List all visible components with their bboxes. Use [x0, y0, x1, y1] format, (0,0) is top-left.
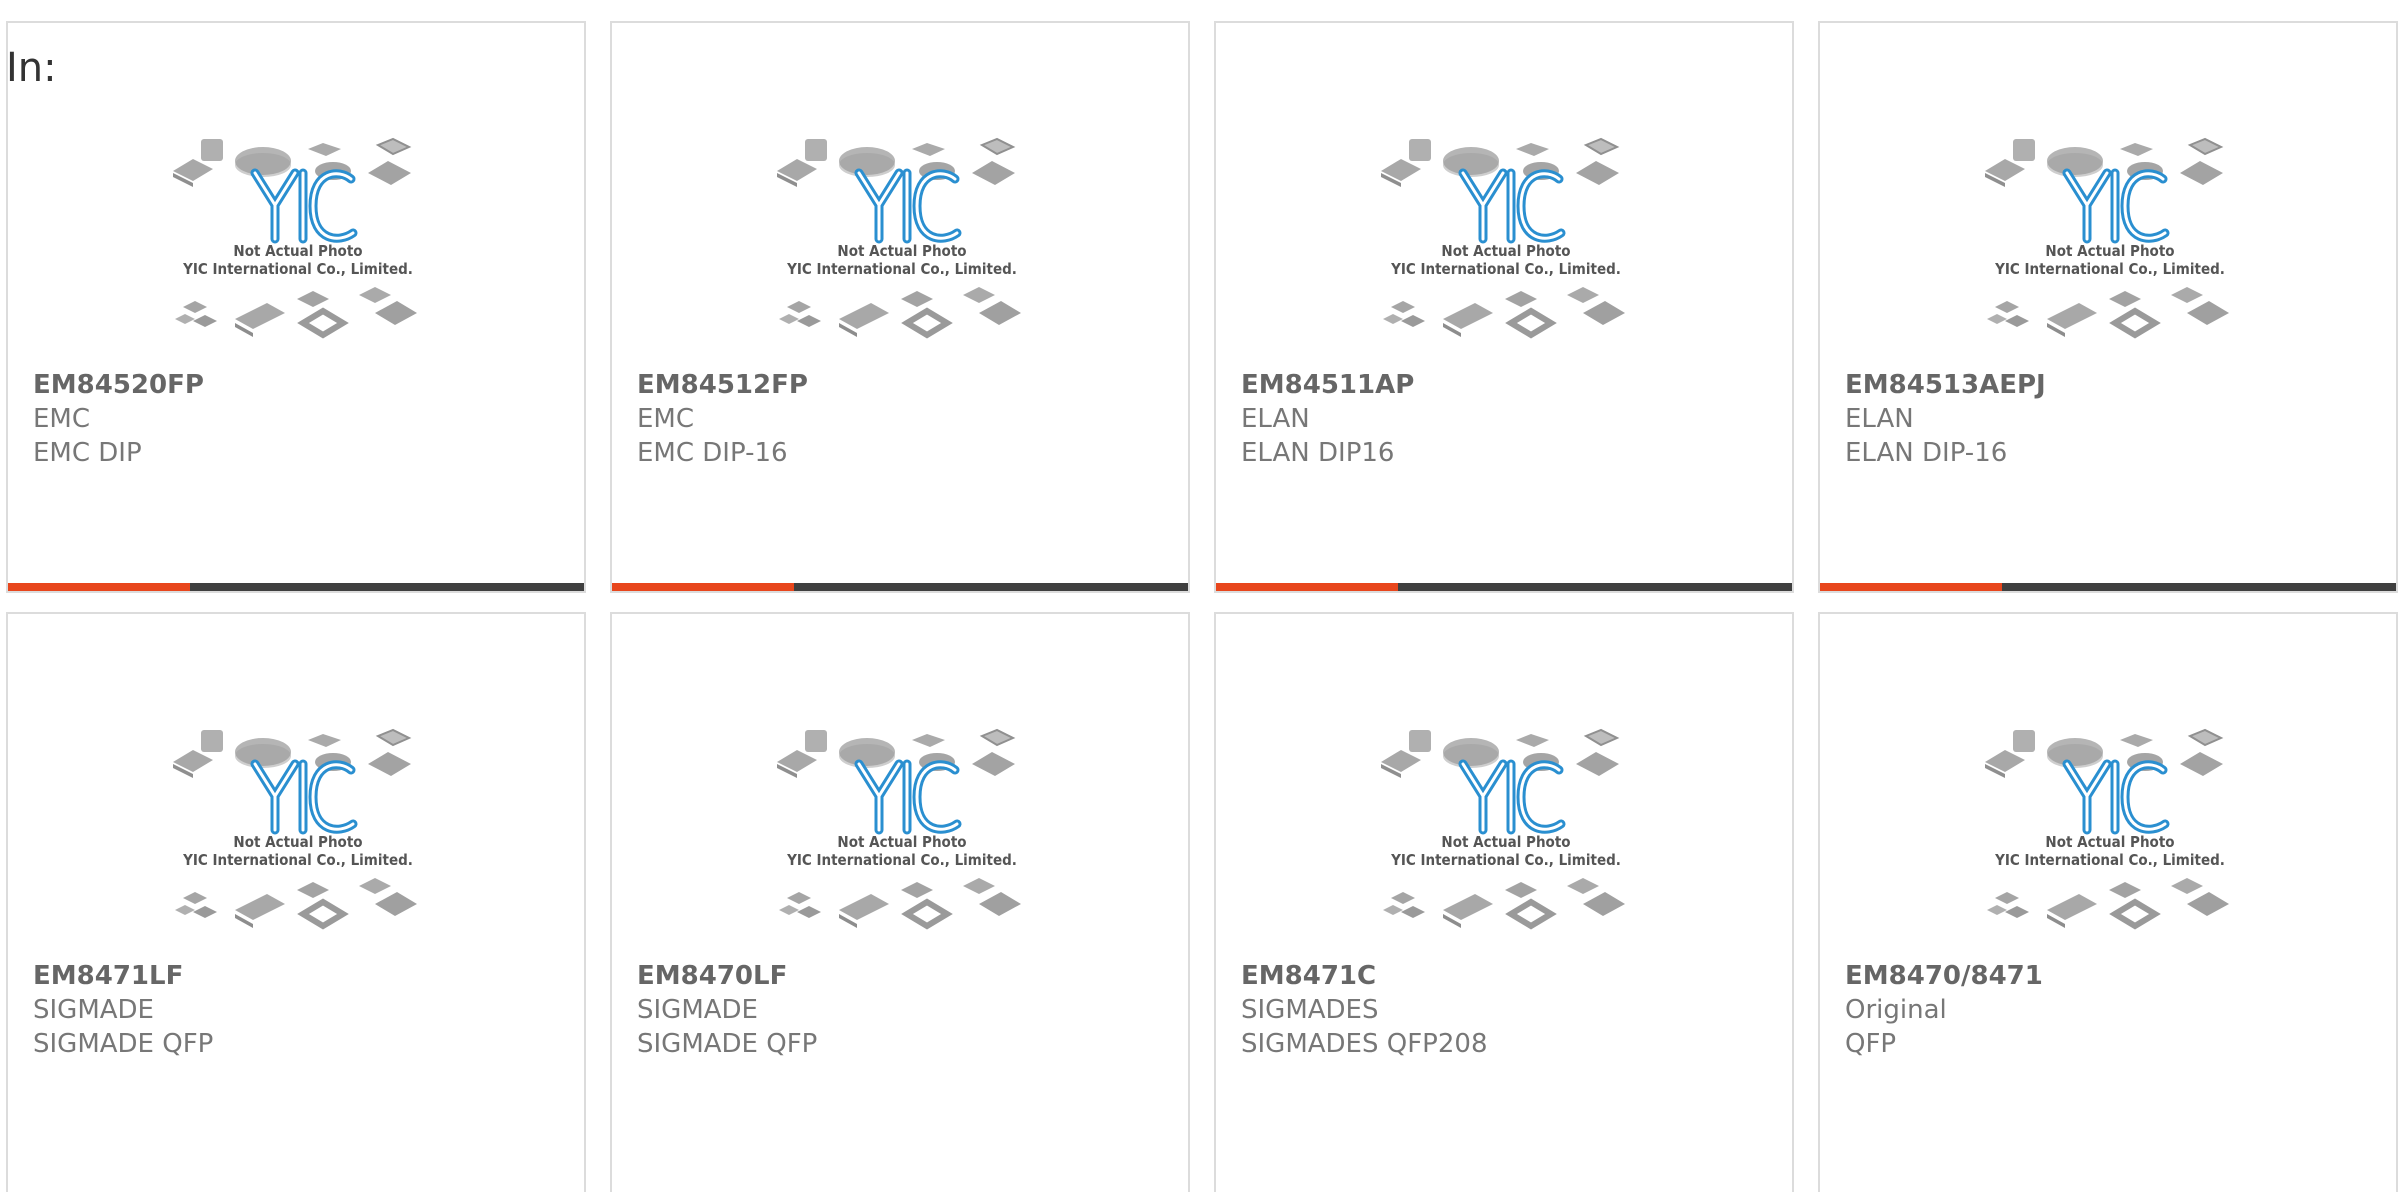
manufacturer-text: ELAN	[1845, 404, 1914, 434]
part-number-link[interactable]: EM8471C	[1241, 959, 1761, 993]
chip-icons-bottom	[175, 878, 417, 930]
yic-logo	[1458, 759, 1566, 835]
manufacturer-text: EMC	[637, 404, 695, 434]
product-info: EM8471C SIGMADES SIGMADES QFP208	[1241, 959, 1761, 1061]
card-bottom-bar	[1216, 583, 1792, 591]
placeholder-company: YIC International Co., Limited.	[182, 260, 413, 278]
part-number-link[interactable]: EM84512FP	[637, 368, 1157, 402]
part-number-link[interactable]: EM84511AP	[1241, 368, 1761, 402]
product-card[interactable]: Not Actual Photo YIC International Co., …	[6, 612, 586, 1192]
product-image[interactable]: Not Actual Photo YIC International Co., …	[163, 109, 433, 349]
chip-icons-bottom	[779, 287, 1021, 339]
placeholder-chips-graphic: Not Actual Photo YIC International Co., …	[173, 728, 417, 930]
placeholder-chips-graphic: Not Actual Photo YIC International Co., …	[173, 137, 417, 339]
product-info: EM8470/8471 Original QFP	[1845, 959, 2365, 1061]
product-card[interactable]: Not Actual Photo YIC International Co., …	[6, 21, 586, 593]
placeholder-note: Not Actual Photo	[837, 242, 966, 260]
placeholder-chips-graphic: Not Actual Photo YIC International Co., …	[1985, 137, 2229, 339]
card-accent-bar	[1216, 583, 1398, 591]
placeholder-chips-graphic: Not Actual Photo YIC International Co., …	[777, 728, 1021, 930]
package-text: QFP	[1845, 1029, 1897, 1059]
manufacturer-text: SIGMADE	[637, 995, 758, 1025]
product-info: EM84513AEPJ ELAN ELAN DIP-16	[1845, 368, 2365, 470]
package-text: EMC DIP	[33, 438, 142, 468]
placeholder-note: Not Actual Photo	[233, 242, 362, 260]
product-info: EM84520FP EMC EMC DIP	[33, 368, 553, 470]
package-text: SIGMADES QFP208	[1241, 1029, 1488, 1059]
part-number-link[interactable]: EM84513AEPJ	[1845, 368, 2365, 402]
placeholder-company: YIC International Co., Limited.	[786, 851, 1017, 869]
placeholder-note: Not Actual Photo	[233, 833, 362, 851]
card-bottom-bar	[1820, 583, 2396, 591]
yic-logo	[854, 759, 962, 835]
product-image[interactable]: Not Actual Photo YIC International Co., …	[1371, 109, 1641, 349]
placeholder-chips-graphic: Not Actual Photo YIC International Co., …	[1381, 728, 1625, 930]
chip-icons-bottom	[175, 287, 417, 339]
placeholder-chips-graphic: Not Actual Photo YIC International Co., …	[777, 137, 1021, 339]
card-accent-bar	[1820, 583, 2002, 591]
placeholder-company: YIC International Co., Limited.	[1994, 260, 2225, 278]
chip-icons-bottom	[1383, 287, 1625, 339]
product-image[interactable]: Not Actual Photo YIC International Co., …	[767, 109, 1037, 349]
placeholder-company: YIC International Co., Limited.	[182, 851, 413, 869]
placeholder-note: Not Actual Photo	[837, 833, 966, 851]
product-image[interactable]: Not Actual Photo YIC International Co., …	[163, 700, 433, 940]
manufacturer-text: SIGMADES	[1241, 995, 1379, 1025]
yic-logo	[854, 168, 962, 244]
part-number-link[interactable]: EM8471LF	[33, 959, 553, 993]
placeholder-note: Not Actual Photo	[2045, 242, 2174, 260]
product-card[interactable]: Not Actual Photo YIC International Co., …	[1818, 21, 2398, 593]
yic-logo	[250, 759, 358, 835]
part-number-link[interactable]: EM8470/8471	[1845, 959, 2365, 993]
product-grid: Not Actual Photo YIC International Co., …	[0, 0, 2400, 1192]
yic-logo	[1458, 168, 1566, 244]
yic-logo	[2062, 759, 2170, 835]
product-info: EM84512FP EMC EMC DIP-16	[637, 368, 1157, 470]
package-text: ELAN DIP16	[1241, 438, 1395, 468]
manufacturer-text: ELAN	[1241, 404, 1310, 434]
product-image[interactable]: Not Actual Photo YIC International Co., …	[767, 700, 1037, 940]
product-card[interactable]: Not Actual Photo YIC International Co., …	[610, 21, 1190, 593]
placeholder-company: YIC International Co., Limited.	[1390, 851, 1621, 869]
part-number-link[interactable]: EM84520FP	[33, 368, 553, 402]
package-text: ELAN DIP-16	[1845, 438, 2008, 468]
yic-logo	[2062, 168, 2170, 244]
product-image[interactable]: Not Actual Photo YIC International Co., …	[1975, 109, 2245, 349]
product-card[interactable]: Not Actual Photo YIC International Co., …	[1818, 612, 2398, 1192]
product-image[interactable]: Not Actual Photo YIC International Co., …	[1975, 700, 2245, 940]
chip-icons-bottom	[779, 878, 1021, 930]
card-accent-bar	[612, 583, 794, 591]
package-text: EMC DIP-16	[637, 438, 788, 468]
placeholder-chips-graphic: Not Actual Photo YIC International Co., …	[1381, 137, 1625, 339]
placeholder-chips-graphic: Not Actual Photo YIC International Co., …	[1985, 728, 2229, 930]
chip-icons-bottom	[1383, 878, 1625, 930]
placeholder-note: Not Actual Photo	[1441, 833, 1570, 851]
page-label: In:	[6, 45, 57, 91]
manufacturer-text: SIGMADE	[33, 995, 154, 1025]
package-text: SIGMADE QFP	[637, 1029, 818, 1059]
manufacturer-text: EMC	[33, 404, 91, 434]
package-text: SIGMADE QFP	[33, 1029, 214, 1059]
chip-icons-bottom	[1987, 287, 2229, 339]
yic-logo	[250, 168, 358, 244]
placeholder-company: YIC International Co., Limited.	[1994, 851, 2225, 869]
card-bottom-bar	[8, 583, 584, 591]
card-accent-bar	[8, 583, 190, 591]
manufacturer-text: Original	[1845, 995, 1947, 1025]
product-info: EM8470LF SIGMADE SIGMADE QFP	[637, 959, 1157, 1061]
placeholder-note: Not Actual Photo	[2045, 833, 2174, 851]
part-number-link[interactable]: EM8470LF	[637, 959, 1157, 993]
product-info: EM84511AP ELAN ELAN DIP16	[1241, 368, 1761, 470]
product-card[interactable]: Not Actual Photo YIC International Co., …	[1214, 612, 1794, 1192]
placeholder-company: YIC International Co., Limited.	[786, 260, 1017, 278]
product-card[interactable]: Not Actual Photo YIC International Co., …	[610, 612, 1190, 1192]
chip-icons-bottom	[1987, 878, 2229, 930]
product-image[interactable]: Not Actual Photo YIC International Co., …	[1371, 700, 1641, 940]
product-card[interactable]: Not Actual Photo YIC International Co., …	[1214, 21, 1794, 593]
placeholder-company: YIC International Co., Limited.	[1390, 260, 1621, 278]
product-info: EM8471LF SIGMADE SIGMADE QFP	[33, 959, 553, 1061]
card-bottom-bar	[612, 583, 1188, 591]
placeholder-note: Not Actual Photo	[1441, 242, 1570, 260]
